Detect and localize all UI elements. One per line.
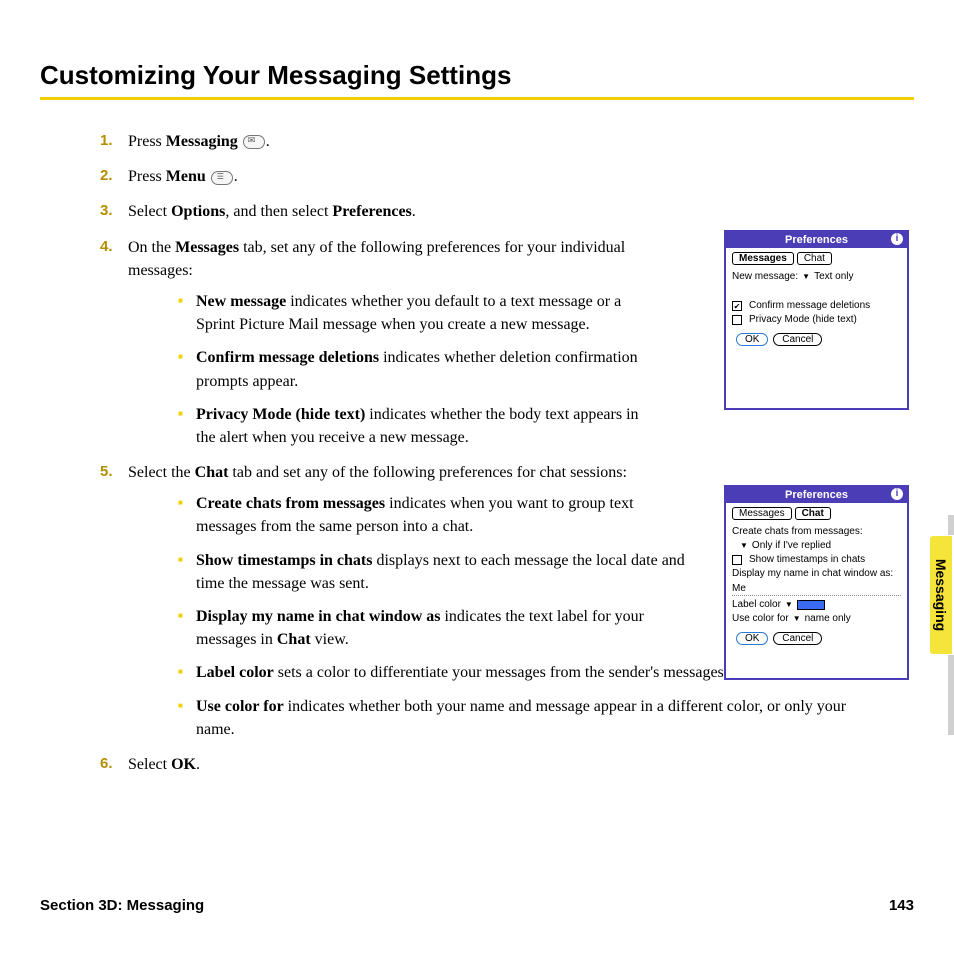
bullet-timestamps: Show timestamps in chats displays next t… [178,549,688,595]
title-rule [40,97,914,100]
side-divider [948,655,954,735]
checkbox-icon [732,315,742,325]
step-4-bullets: New message indicates whether you defaul… [178,290,660,449]
bullet-display-name: Display my name in chat window as indica… [178,605,688,651]
shot2-tab-chat: Chat [795,507,831,520]
step-2: Press Menu . [100,165,660,188]
step-1-keyword: Messaging [166,133,238,150]
bullet-use-color-for: Use color for indicates whether both you… [178,695,884,741]
step-3-b1: Options [171,203,225,220]
step-6: Select OK. [100,753,884,776]
b4-2-bold: Confirm message deletions [196,349,379,366]
shot1-newmsg-label: New message: [732,271,798,282]
shot2-use-color: Use color for [732,613,789,624]
shot1-confirm-deletions: Confirm message deletions [749,300,870,311]
shot2-title: Preferences [785,489,848,501]
footer-section: Section 3D: Messaging [40,897,204,914]
step-2-suffix [206,168,210,185]
shot1-privacy-mode: Privacy Mode (hide text) [749,314,857,325]
b4-1-bold: New message [196,293,286,310]
b5-2-bold: Show timestamps in chats [196,552,372,569]
step-4-bold: Messages [175,239,239,256]
shot2-use-color-value: name only [805,613,851,624]
step-3-b2: Preferences [332,203,411,220]
step-3: Select Options, and then select Preferen… [100,200,660,223]
step-1-prefix: Press [128,133,166,150]
shot2-label-color: Label color [732,599,781,610]
screenshot-preferences-chat: Preferences i Messages Chat Create chats… [724,485,909,680]
dropdown-icon: ▼ [793,614,801,623]
b5-4-bold: Label color [196,664,274,681]
dropdown-icon: ▼ [785,600,793,609]
step-3-suffix: . [412,203,416,220]
step-5-prefix: Select the [128,464,195,481]
shot2-create-chats-value: Only if I've replied [752,540,831,551]
step-1-suffix [238,133,242,150]
footer-page-number: 143 [889,897,914,914]
shot1-tab-chat: Chat [797,252,832,265]
bullet-new-message: New message indicates whether you defaul… [178,290,660,336]
shot2-titlebar: Preferences i [726,487,907,503]
shot1-cancel-button: Cancel [773,333,822,346]
b5-5-bold: Use color for [196,698,284,715]
shot2-name-input: Me [732,582,901,596]
screenshot-preferences-messages: Preferences i Messages Chat New message:… [724,230,909,410]
shot1-titlebar: Preferences i [726,232,907,248]
dropdown-icon: ▼ [740,541,748,550]
shot2-create-chats-label: Create chats from messages: [732,526,863,537]
step-1: Press Messaging . [100,130,660,153]
step-2-keyword: Menu [166,168,206,185]
checkbox-icon [732,301,742,311]
page-title: Customizing Your Messaging Settings [40,60,914,91]
color-swatch [797,600,825,610]
step-3-mid: , and then select [225,203,332,220]
b5-3-bold2: Chat [277,631,311,648]
shot1-ok-button: OK [736,333,768,346]
info-icon: i [891,233,903,245]
b5-5-text: indicates whether both your name and mes… [196,698,846,738]
step-5-suffix: tab and set any of the following prefere… [228,464,627,481]
step-5-bold: Chat [195,464,229,481]
side-divider [948,515,954,535]
step-4-prefix: On the [128,239,175,256]
messaging-key-icon [243,135,265,149]
shot1-newmsg-value: Text only [814,271,853,282]
step-6-prefix: Select [128,756,171,773]
b5-1-bold: Create chats from messages [196,495,385,512]
shot2-display-name-label: Display my name in chat window as: [732,568,893,579]
side-tab-label: Messaging [933,559,949,631]
shot1-tab-messages: Messages [732,252,794,265]
step-2-prefix: Press [128,168,166,185]
shot2-timestamps: Show timestamps in chats [749,554,865,565]
page-footer: Section 3D: Messaging 143 [40,897,914,914]
shot2-cancel-button: Cancel [773,632,822,645]
step-3-prefix: Select [128,203,171,220]
step-6-bold: OK [171,756,196,773]
b5-3-bold: Display my name in chat window as [196,608,440,625]
section-side-tab: Messaging [928,535,954,655]
dropdown-icon: ▼ [802,272,810,281]
step-6-suffix: . [196,756,200,773]
step-4: On the Messages tab, set any of the foll… [100,236,660,450]
bullet-privacy-mode: Privacy Mode (hide text) indicates wheth… [178,403,660,449]
shot1-title: Preferences [785,234,848,246]
b5-4-text: sets a color to differentiate your messa… [274,664,744,681]
shot2-tab-messages: Messages [732,507,792,520]
menu-key-icon [211,171,233,185]
shot2-ok-button: OK [736,632,768,645]
bullet-confirm-deletions: Confirm message deletions indicates whet… [178,346,660,392]
info-icon: i [891,488,903,500]
bullet-create-chats: Create chats from messages indicates whe… [178,492,688,538]
b4-3-bold: Privacy Mode (hide text) [196,406,365,423]
checkbox-icon [732,555,742,565]
b5-3-text2: view. [311,631,349,648]
